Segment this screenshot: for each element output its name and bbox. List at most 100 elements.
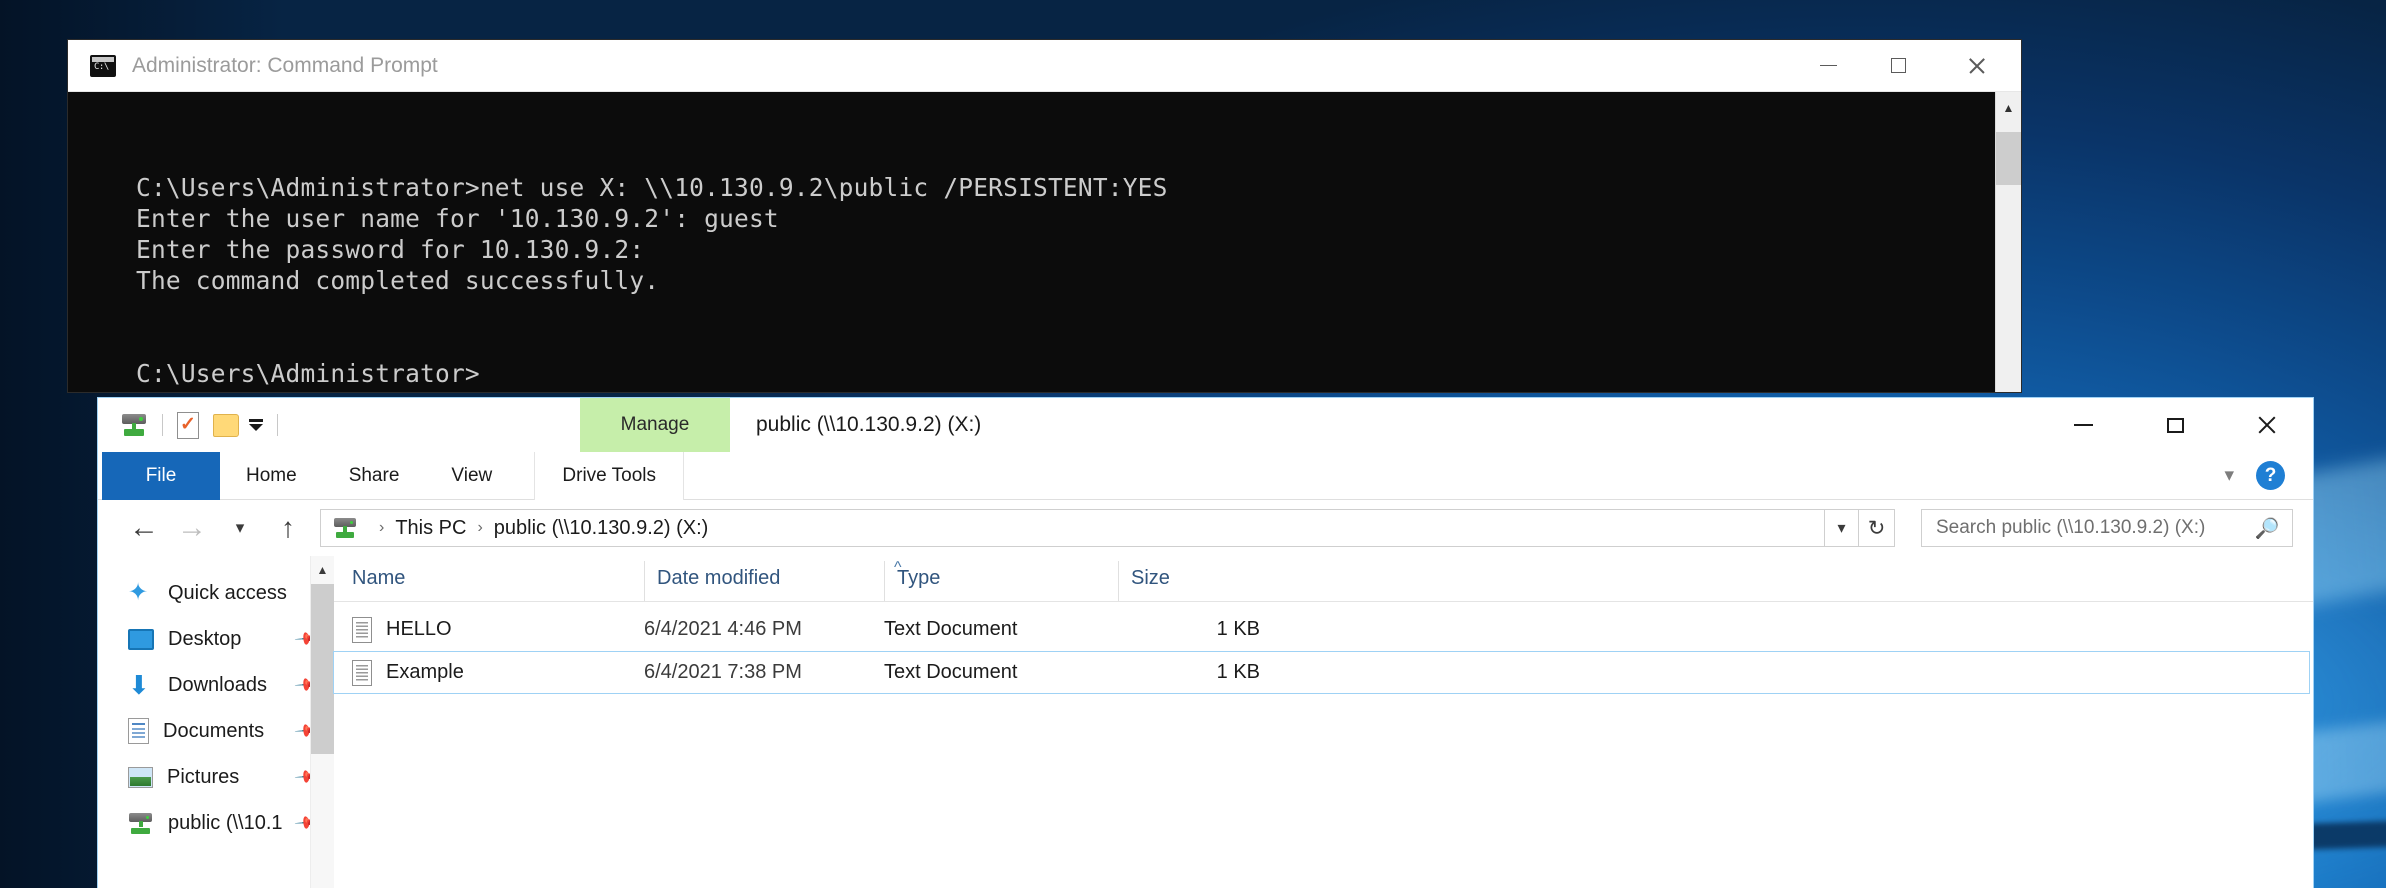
explorer-window-title: public (\\10.130.9.2) (X:) [756, 413, 982, 436]
file-type-cell: Text Document [884, 661, 1018, 683]
maximize-icon [1890, 58, 1906, 73]
explorer-maximize-button[interactable] [2129, 398, 2221, 452]
address-bar-row[interactable]: ← → ▾ ↑ › This PC › public (\\10.130.9.2… [98, 500, 2313, 556]
maximize-icon [2166, 417, 2184, 433]
console-scrollbar[interactable]: ▲ [1995, 92, 2021, 392]
network-drive-icon [128, 812, 154, 834]
sidebar-item-documents[interactable]: Documents 📌 [98, 708, 334, 754]
tab-file[interactable]: File [102, 452, 220, 500]
table-row[interactable]: HELLO 6/4/2021 4:46 PM Text Document 1 K… [334, 608, 2309, 651]
file-date-cell: 6/4/2021 4:46 PM [644, 618, 802, 640]
help-icon[interactable]: ? [2256, 461, 2285, 490]
column-header-date-modified[interactable]: Date modified [644, 561, 884, 601]
arrow-up-icon: ↑ [281, 512, 295, 543]
text-document-icon [352, 659, 372, 686]
file-name-cell[interactable]: HELLO [334, 616, 644, 643]
ribbon-right-controls: ▾ ? [2224, 452, 2313, 499]
cmd-maximize-button[interactable] [1863, 40, 1933, 92]
column-header-row[interactable]: Name Date modified Type Size ^ [334, 556, 2313, 602]
documents-icon [128, 718, 149, 744]
sidebar-item-label: public (\\10.1 [168, 811, 283, 834]
recent-locations-button[interactable]: ▾ [216, 504, 264, 552]
address-dropdown-button[interactable]: ▾ [1825, 509, 1859, 547]
sort-ascending-icon: ^ [894, 559, 902, 576]
scrollbar-thumb[interactable] [311, 584, 334, 754]
file-date-cell: 6/4/2021 7:38 PM [644, 661, 802, 683]
network-drive-icon[interactable] [120, 414, 148, 436]
navigation-pane-scrollbar[interactable]: ▲ [310, 556, 334, 888]
tab-view[interactable]: View [425, 452, 518, 500]
sidebar-item-public-share[interactable]: public (\\10.1 📌 [98, 800, 334, 846]
command-prompt-titlebar[interactable]: Administrator: Command Prompt [68, 40, 2021, 92]
explorer-close-button[interactable] [2221, 398, 2313, 452]
scroll-up-icon[interactable]: ▲ [311, 556, 334, 584]
new-folder-icon[interactable] [213, 413, 239, 437]
cmd-close-button[interactable] [1933, 40, 2021, 92]
search-input[interactable]: Search public (\\10.130.9.2) (X:) [1936, 517, 2205, 539]
sidebar-item-label: Desktop [168, 627, 242, 650]
minimize-icon [1819, 64, 1837, 67]
column-header-size[interactable]: Size [1118, 561, 1278, 601]
breadcrumb-separator: › [379, 519, 385, 536]
quick-access-toolbar[interactable] [98, 411, 292, 439]
file-size-cell: 1 KB [1216, 618, 1260, 640]
tab-home[interactable]: Home [220, 452, 323, 500]
chevron-down-icon: ▾ [235, 518, 245, 537]
up-button[interactable]: ↑ [264, 504, 312, 552]
address-bar[interactable]: › This PC › public (\\10.130.9.2) (X:) [320, 509, 1825, 547]
cmd-minimize-button[interactable] [1793, 40, 1863, 92]
ribbon-tab-bar[interactable]: File Home Share View Drive Tools ▾ ? [98, 452, 2313, 500]
properties-icon[interactable] [177, 411, 199, 439]
tab-share[interactable]: Share [323, 452, 426, 500]
file-explorer-window[interactable]: Manage public (\\10.130.9.2) (X:) File H… [97, 397, 2314, 888]
file-list-pane[interactable]: Name Date modified Type Size ^ HELLO 6/4… [333, 556, 2313, 888]
explorer-minimize-button[interactable] [2037, 398, 2129, 452]
scrollbar-thumb[interactable] [1996, 132, 2021, 185]
file-rows: HELLO 6/4/2021 4:46 PM Text Document 1 K… [333, 602, 2313, 694]
forward-button[interactable]: → [168, 504, 216, 552]
sidebar-item-label: Downloads [168, 673, 267, 696]
explorer-body: ✦ Quick access Desktop 📌 ⬇ Downloads 📌 D… [98, 556, 2313, 888]
sidebar-item-quick-access[interactable]: ✦ Quick access [98, 570, 334, 616]
breadcrumb-this-pc[interactable]: This PC [395, 517, 466, 540]
arrow-left-icon: ← [129, 511, 159, 544]
console-output[interactable]: C:\Users\Administrator>net use X: \\10.1… [68, 92, 1995, 392]
scroll-up-icon[interactable]: ▲ [1996, 92, 2021, 124]
sidebar-item-label: Pictures [167, 765, 240, 788]
file-name-cell[interactable]: Example [334, 659, 644, 686]
explorer-window-controls [2037, 398, 2313, 452]
tab-drive-tools[interactable]: Drive Tools [534, 452, 685, 500]
desktop-icon [128, 628, 154, 650]
column-header-type[interactable]: Type [884, 561, 1118, 601]
sidebar-item-downloads[interactable]: ⬇ Downloads 📌 [98, 662, 334, 708]
command-prompt-icon [90, 54, 116, 77]
network-drive-icon [333, 518, 358, 538]
back-button[interactable]: ← [120, 504, 168, 552]
explorer-titlebar[interactable]: Manage public (\\10.130.9.2) (X:) [98, 398, 2313, 452]
contextual-tab-manage[interactable]: Manage [580, 398, 730, 452]
close-icon [2256, 414, 2278, 436]
command-prompt-window-controls [1793, 40, 2021, 92]
customize-dropdown-icon[interactable] [249, 419, 263, 431]
search-box[interactable]: Search public (\\10.130.9.2) (X:) 🔍 [1921, 509, 2293, 547]
navigation-pane[interactable]: ✦ Quick access Desktop 📌 ⬇ Downloads 📌 D… [98, 556, 334, 888]
pictures-icon [128, 766, 153, 788]
sidebar-item-label: Documents [163, 719, 265, 742]
sidebar-item-label: Quick access [168, 581, 287, 604]
file-type-cell: Text Document [884, 618, 1018, 640]
sidebar-item-desktop[interactable]: Desktop 📌 [98, 616, 334, 662]
search-icon[interactable]: 🔍 [2255, 516, 2280, 541]
command-prompt-window[interactable]: Administrator: Command Prompt C:\Users\A… [68, 40, 2021, 392]
chevron-down-icon[interactable]: ▾ [2224, 464, 2234, 487]
table-row[interactable]: Example 6/4/2021 7:38 PM Text Document 1… [333, 651, 2310, 694]
sidebar-item-pictures[interactable]: Pictures 📌 [98, 754, 334, 800]
minimize-icon [2073, 424, 2093, 426]
command-prompt-title: Administrator: Command Prompt [132, 53, 438, 77]
command-prompt-body[interactable]: C:\Users\Administrator>net use X: \\10.1… [68, 92, 2021, 392]
refresh-button[interactable]: ↻ [1859, 509, 1895, 547]
star-icon: ✦ [128, 579, 149, 606]
breadcrumb-public-share[interactable]: public (\\10.130.9.2) (X:) [494, 517, 709, 540]
column-header-name[interactable]: Name [334, 561, 644, 601]
file-name-label: Example [386, 661, 464, 683]
file-size-cell: 1 KB [1216, 661, 1260, 683]
